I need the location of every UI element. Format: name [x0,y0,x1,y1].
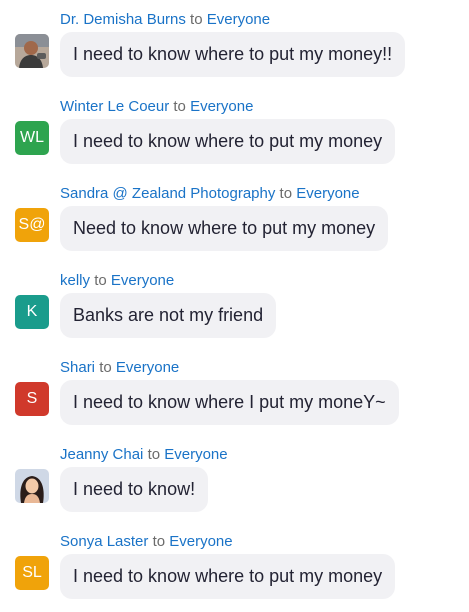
avatar [15,469,49,503]
message-header: Sandra @ Zealand Photography to Everyone [60,184,360,204]
message-header: Dr. Demisha Burns to Everyone [60,10,270,30]
chat-message: Jeanny Chai to Everyone I need to know! [0,435,469,515]
chat-message: Dr. Demisha Burns to Everyone I need to … [0,0,469,80]
message-header: Winter Le Coeur to Everyone [60,97,253,117]
sender-name[interactable]: Dr. Demisha Burns [60,11,186,28]
sender-name[interactable]: kelly [60,272,90,289]
recipient-name[interactable]: Everyone [296,185,359,202]
avatar: S [15,382,49,416]
recipient-name[interactable]: Everyone [190,98,253,115]
avatar-photo [15,469,49,503]
chat-message: Sonya Laster to Everyone SL I need to kn… [0,522,469,602]
chat-message-list: Dr. Demisha Burns to Everyone I need to … [0,0,469,612]
message-bubble: I need to know where to put my money!! [60,32,406,77]
chat-message: Sandra @ Zealand Photography to Everyone… [0,174,469,254]
avatar: WL [15,121,49,155]
recipient-name[interactable]: Everyone [111,272,174,289]
chat-message: Shari to Everyone S I need to know where… [0,348,469,428]
avatar: S@ [15,208,49,242]
to-label: to [99,359,112,376]
message-bubble: I need to know where I put my moneY~ [60,380,399,425]
message-bubble: I need to know where to put my money [60,554,396,599]
message-bubble: Need to know where to put my money [60,206,389,251]
to-label: to [173,98,186,115]
message-bubble: I need to know! [60,467,209,512]
chat-message: kelly to Everyone K Banks are not my fri… [0,261,469,341]
to-label: to [190,11,203,28]
message-header: kelly to Everyone [60,271,174,291]
avatar-photo [15,34,49,68]
message-bubble: Banks are not my friend [60,293,277,338]
to-label: to [147,446,161,463]
to-label: to [279,185,293,202]
avatar: SL [15,556,49,590]
message-header: Sonya Laster to Everyone [60,532,233,552]
avatar [15,34,49,68]
message-bubble: I need to know where to put my money [60,119,396,164]
recipient-name[interactable]: Everyone [116,359,179,376]
to-label: to [152,533,166,550]
recipient-name[interactable]: Everyone [207,11,270,28]
chat-message: Winter Le Coeur to Everyone WL I need to… [0,87,469,167]
avatar: K [15,295,49,329]
message-header: Jeanny Chai to Everyone [60,445,228,465]
sender-name[interactable]: Jeanny Chai [60,446,143,463]
message-header: Shari to Everyone [60,358,179,378]
sender-name[interactable]: Sandra @ Zealand Photography [60,185,275,202]
sender-name[interactable]: Winter Le Coeur [60,98,169,115]
sender-name[interactable]: Shari [60,359,95,376]
sender-name[interactable]: Sonya Laster [60,533,148,550]
recipient-name[interactable]: Everyone [169,533,232,550]
recipient-name[interactable]: Everyone [164,446,227,463]
to-label: to [94,272,107,289]
